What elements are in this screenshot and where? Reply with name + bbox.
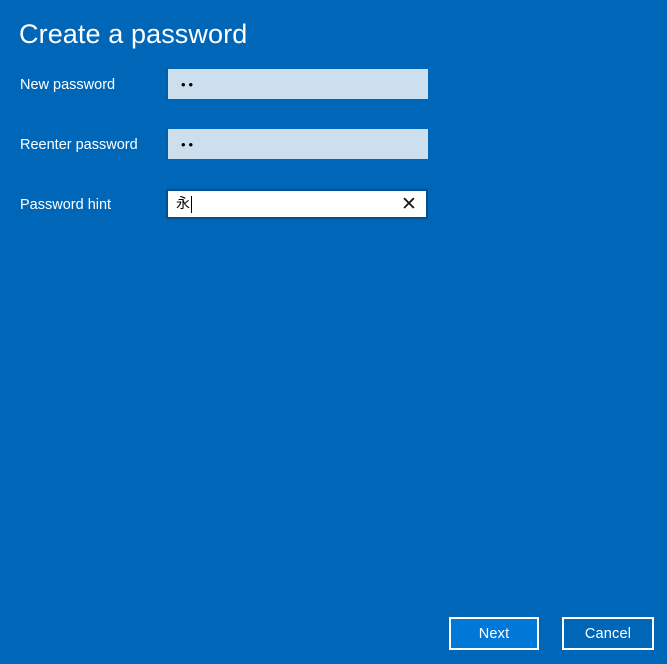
field-row-password-hint: Password hint 永 ✕: [0, 189, 667, 249]
next-button[interactable]: Next: [449, 617, 539, 650]
new-password-input[interactable]: ••: [166, 69, 428, 99]
new-password-value: ••: [181, 76, 197, 92]
reenter-password-input[interactable]: ••: [166, 129, 428, 159]
reenter-password-value: ••: [181, 136, 197, 152]
page-title: Create a password: [19, 19, 248, 49]
clear-icon[interactable]: ✕: [394, 191, 424, 217]
field-row-new-password: New password ••: [0, 69, 667, 129]
password-form: New password •• Reenter password •• Pass…: [0, 69, 667, 249]
button-bar: Next Cancel: [0, 608, 667, 664]
label-reenter-password: Reenter password: [20, 137, 138, 153]
text-caret: [191, 195, 192, 213]
cancel-button[interactable]: Cancel: [562, 617, 654, 650]
label-password-hint: Password hint: [20, 197, 112, 213]
label-new-password: New password: [20, 77, 116, 93]
field-row-reenter-password: Reenter password ••: [0, 129, 667, 189]
create-password-page: Create a password New password •• Reente…: [0, 0, 667, 664]
password-hint-text-wrap: 永: [168, 191, 394, 217]
password-hint-value: 永: [176, 196, 190, 212]
password-hint-input[interactable]: 永 ✕: [166, 189, 428, 219]
